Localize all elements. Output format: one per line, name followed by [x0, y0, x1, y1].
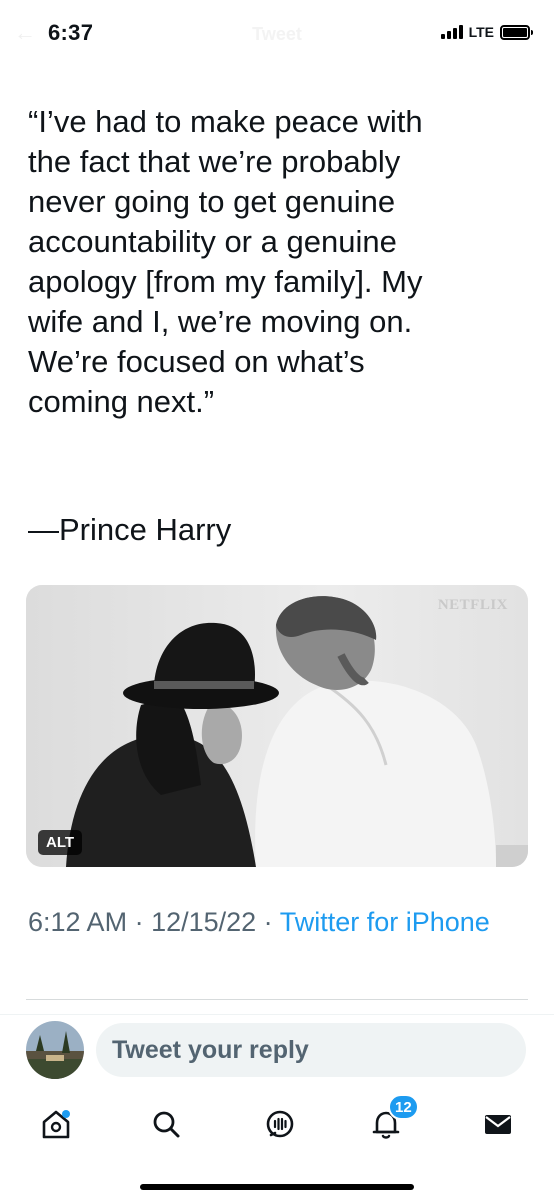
spaces-icon — [266, 1110, 294, 1138]
tweet-time: 6:12 AM — [28, 907, 128, 937]
tweet-quote-text: “I’ve had to make peace with the fact th… — [28, 104, 423, 419]
network-label: LTE — [468, 24, 494, 40]
divider — [26, 999, 528, 1000]
tab-spaces[interactable] — [254, 1098, 306, 1150]
netflix-watermark: NETFLIX — [437, 597, 508, 613]
status-bar: ← Tweet 6:37 LTE — [0, 0, 554, 62]
tweet-metadata: 6:12 AM · 12/15/22 · Twitter for iPhone — [28, 903, 528, 941]
tab-notifications[interactable]: 12 — [360, 1094, 419, 1150]
messages-icon — [485, 1115, 511, 1134]
tab-messages[interactable] — [472, 1098, 524, 1150]
avatar[interactable] — [26, 1021, 84, 1079]
alt-text-badge[interactable]: ALT — [38, 830, 83, 855]
notifications-count-badge: 12 — [388, 1094, 419, 1120]
meta-separator: · — [127, 907, 152, 937]
photo-illustration — [26, 585, 528, 867]
tab-home[interactable] — [30, 1098, 82, 1150]
search-icon — [153, 1111, 180, 1138]
bottom-tab-bar: 12 — [0, 1094, 554, 1150]
tweet-media-image[interactable]: NETFLIX ALT — [26, 585, 528, 867]
home-indicator — [140, 1184, 414, 1190]
divider — [0, 1014, 554, 1015]
tweet-source-link[interactable]: Twitter for iPhone — [280, 907, 490, 937]
tab-search[interactable] — [140, 1098, 192, 1150]
status-indicators: LTE — [440, 24, 533, 40]
cellular-signal-icon — [440, 25, 463, 39]
status-time: 6:37 — [48, 20, 94, 45]
meta-separator: · — [256, 907, 280, 937]
tweet-attribution: —Prince Harry — [28, 512, 232, 547]
home-icon — [42, 1110, 70, 1139]
tweet-date: 12/15/22 — [151, 907, 257, 937]
reply-input[interactable]: Tweet your reply — [96, 1023, 526, 1077]
battery-icon — [500, 24, 533, 40]
